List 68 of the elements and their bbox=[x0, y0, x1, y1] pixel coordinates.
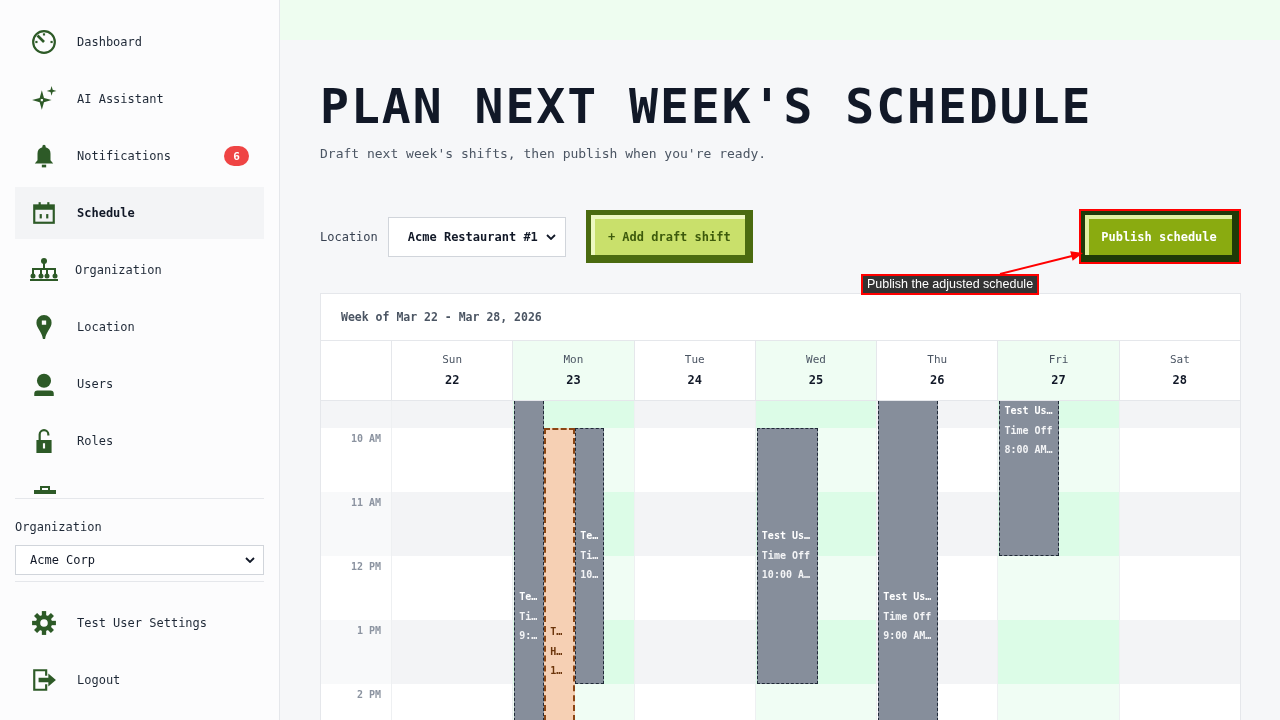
day-name: Sat bbox=[1169, 353, 1190, 367]
event-time: 10:00 A… bbox=[761, 568, 810, 582]
event-name: T… bbox=[550, 625, 563, 639]
time-label: 11 AM bbox=[350, 497, 381, 509]
time-label: 10 AM bbox=[350, 433, 381, 445]
day-date: 24 bbox=[687, 373, 702, 387]
time-label: 2 PM bbox=[356, 689, 381, 701]
nav-item[interactable]: Users bbox=[15, 358, 264, 410]
page-subtitle: Draft next week's shifts, then publish when you're ready. bbox=[320, 145, 768, 163]
day-name: Fri bbox=[1048, 353, 1069, 367]
nav-item[interactable]: Roles bbox=[15, 415, 264, 467]
event-type: Time Off bbox=[1004, 423, 1053, 438]
chevron-down-icon bbox=[245, 557, 255, 563]
day-name: Sun bbox=[442, 353, 463, 367]
nav-item[interactable]: Location bbox=[15, 301, 264, 353]
event-time: 9:00 AM… bbox=[883, 629, 932, 643]
day-date: 27 bbox=[1051, 373, 1066, 387]
nav-item[interactable]: Schedule bbox=[15, 187, 264, 239]
day-name: Tue bbox=[684, 353, 705, 367]
logout-icon bbox=[31, 667, 57, 693]
time-label: 12 PM bbox=[350, 561, 381, 573]
add-draft-shift-button[interactable]: + Add draft shift bbox=[585, 210, 753, 263]
nav-item[interactable]: AI Assistant bbox=[15, 73, 264, 125]
event-time: 9:… bbox=[519, 629, 538, 643]
event-name: Te… bbox=[580, 529, 599, 543]
notification-badge: 6 bbox=[224, 146, 249, 166]
event-type: Ti… bbox=[580, 548, 599, 563]
organization-label: Organization bbox=[15, 519, 103, 535]
chevron-down-icon bbox=[545, 233, 556, 240]
shift-block[interactable]: T… H… 1… bbox=[544, 428, 576, 720]
day-date: 22 bbox=[444, 373, 460, 387]
time-label: 1 PM bbox=[356, 625, 381, 637]
nav-item[interactable]: Notifications 6 bbox=[15, 130, 264, 182]
organization-select[interactable]: Acme Corp bbox=[15, 545, 264, 575]
cut-off-icon bbox=[33, 486, 57, 494]
day-date: 23 bbox=[566, 373, 581, 387]
org-chart-icon bbox=[29, 257, 59, 283]
user-icon bbox=[31, 371, 57, 397]
week-label: Week of Mar 22 - Mar 28, 2026 bbox=[341, 310, 542, 324]
event-time: 8:00 AM… bbox=[1004, 443, 1053, 457]
event-type: Time Off bbox=[761, 548, 810, 563]
sparkle-icon bbox=[31, 86, 57, 112]
event-time: 1… bbox=[550, 664, 563, 678]
location-select[interactable]: Acme Restaurant #1 bbox=[387, 216, 566, 257]
location-label: Location bbox=[320, 229, 378, 244]
event-type: H… bbox=[550, 644, 563, 659]
nav-item[interactable]: Dashboard bbox=[15, 16, 264, 68]
event-time: 10… bbox=[580, 568, 599, 582]
page-title: PLAN NEXT WEEK'S SCHEDULE bbox=[320, 78, 1094, 134]
event-name: Test Us… bbox=[1004, 404, 1053, 418]
day-name: Wed bbox=[806, 353, 826, 367]
settings-icon bbox=[31, 610, 57, 636]
nav-item[interactable]: Test User Settings bbox=[15, 597, 264, 649]
day-date: 25 bbox=[808, 373, 824, 387]
event-name: Test Us… bbox=[761, 529, 810, 543]
event-name: Test Us… bbox=[883, 590, 932, 604]
annotation-label: Publish the adjusted schedule bbox=[861, 274, 1040, 295]
day-date: 28 bbox=[1172, 373, 1188, 387]
event-name: Te… bbox=[519, 590, 538, 604]
nav-item[interactable]: Organization bbox=[15, 244, 264, 296]
day-name: Thu bbox=[927, 353, 948, 367]
event-type: Ti… bbox=[519, 609, 538, 624]
calendar-icon bbox=[31, 200, 57, 226]
event-type: Time Off bbox=[883, 609, 932, 624]
day-name: Mon bbox=[563, 353, 584, 367]
gauge-icon bbox=[31, 29, 57, 55]
nav-item[interactable]: Logout bbox=[15, 654, 264, 706]
day-date: 26 bbox=[930, 373, 945, 387]
